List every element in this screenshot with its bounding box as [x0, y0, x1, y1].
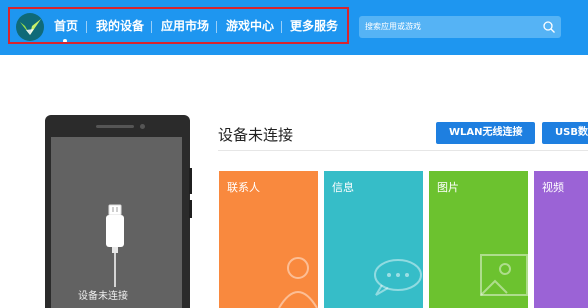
search-icon[interactable] — [542, 20, 556, 34]
tile-contacts[interactable]: 联系人 — [219, 171, 318, 308]
wlan-connect-button[interactable]: WLAN无线连接 — [436, 122, 535, 144]
phone-speaker — [96, 125, 134, 128]
page-title: 设备未连接 — [218, 126, 294, 144]
phone-side-button — [189, 200, 192, 218]
divider — [218, 150, 588, 151]
tile-label: 信息 — [332, 181, 354, 194]
tile-videos[interactable]: 视频 — [534, 171, 588, 308]
tile-label: 图片 — [437, 181, 459, 194]
device-status-text: 设备未连接 — [78, 291, 128, 302]
usb-cable-icon — [106, 204, 124, 287]
phone-camera — [140, 124, 145, 129]
tile-label: 视频 — [542, 181, 564, 194]
usb-connect-button[interactable]: USB数据线连接 — [542, 122, 588, 144]
tile-pictures[interactable]: 图片 — [429, 171, 528, 308]
search-placeholder: 搜索应用或游戏 — [365, 22, 421, 31]
nav-highlight-box — [8, 7, 349, 44]
phone-side-button — [189, 168, 192, 194]
search-input[interactable]: 搜索应用或游戏 — [359, 16, 561, 38]
top-bar: 首页 我的设备 应用市场 游戏中心 更多服务 搜索应用或游戏 — [0, 0, 588, 55]
tile-label: 联系人 — [227, 181, 260, 194]
tile-messages[interactable]: 信息 — [324, 171, 423, 308]
